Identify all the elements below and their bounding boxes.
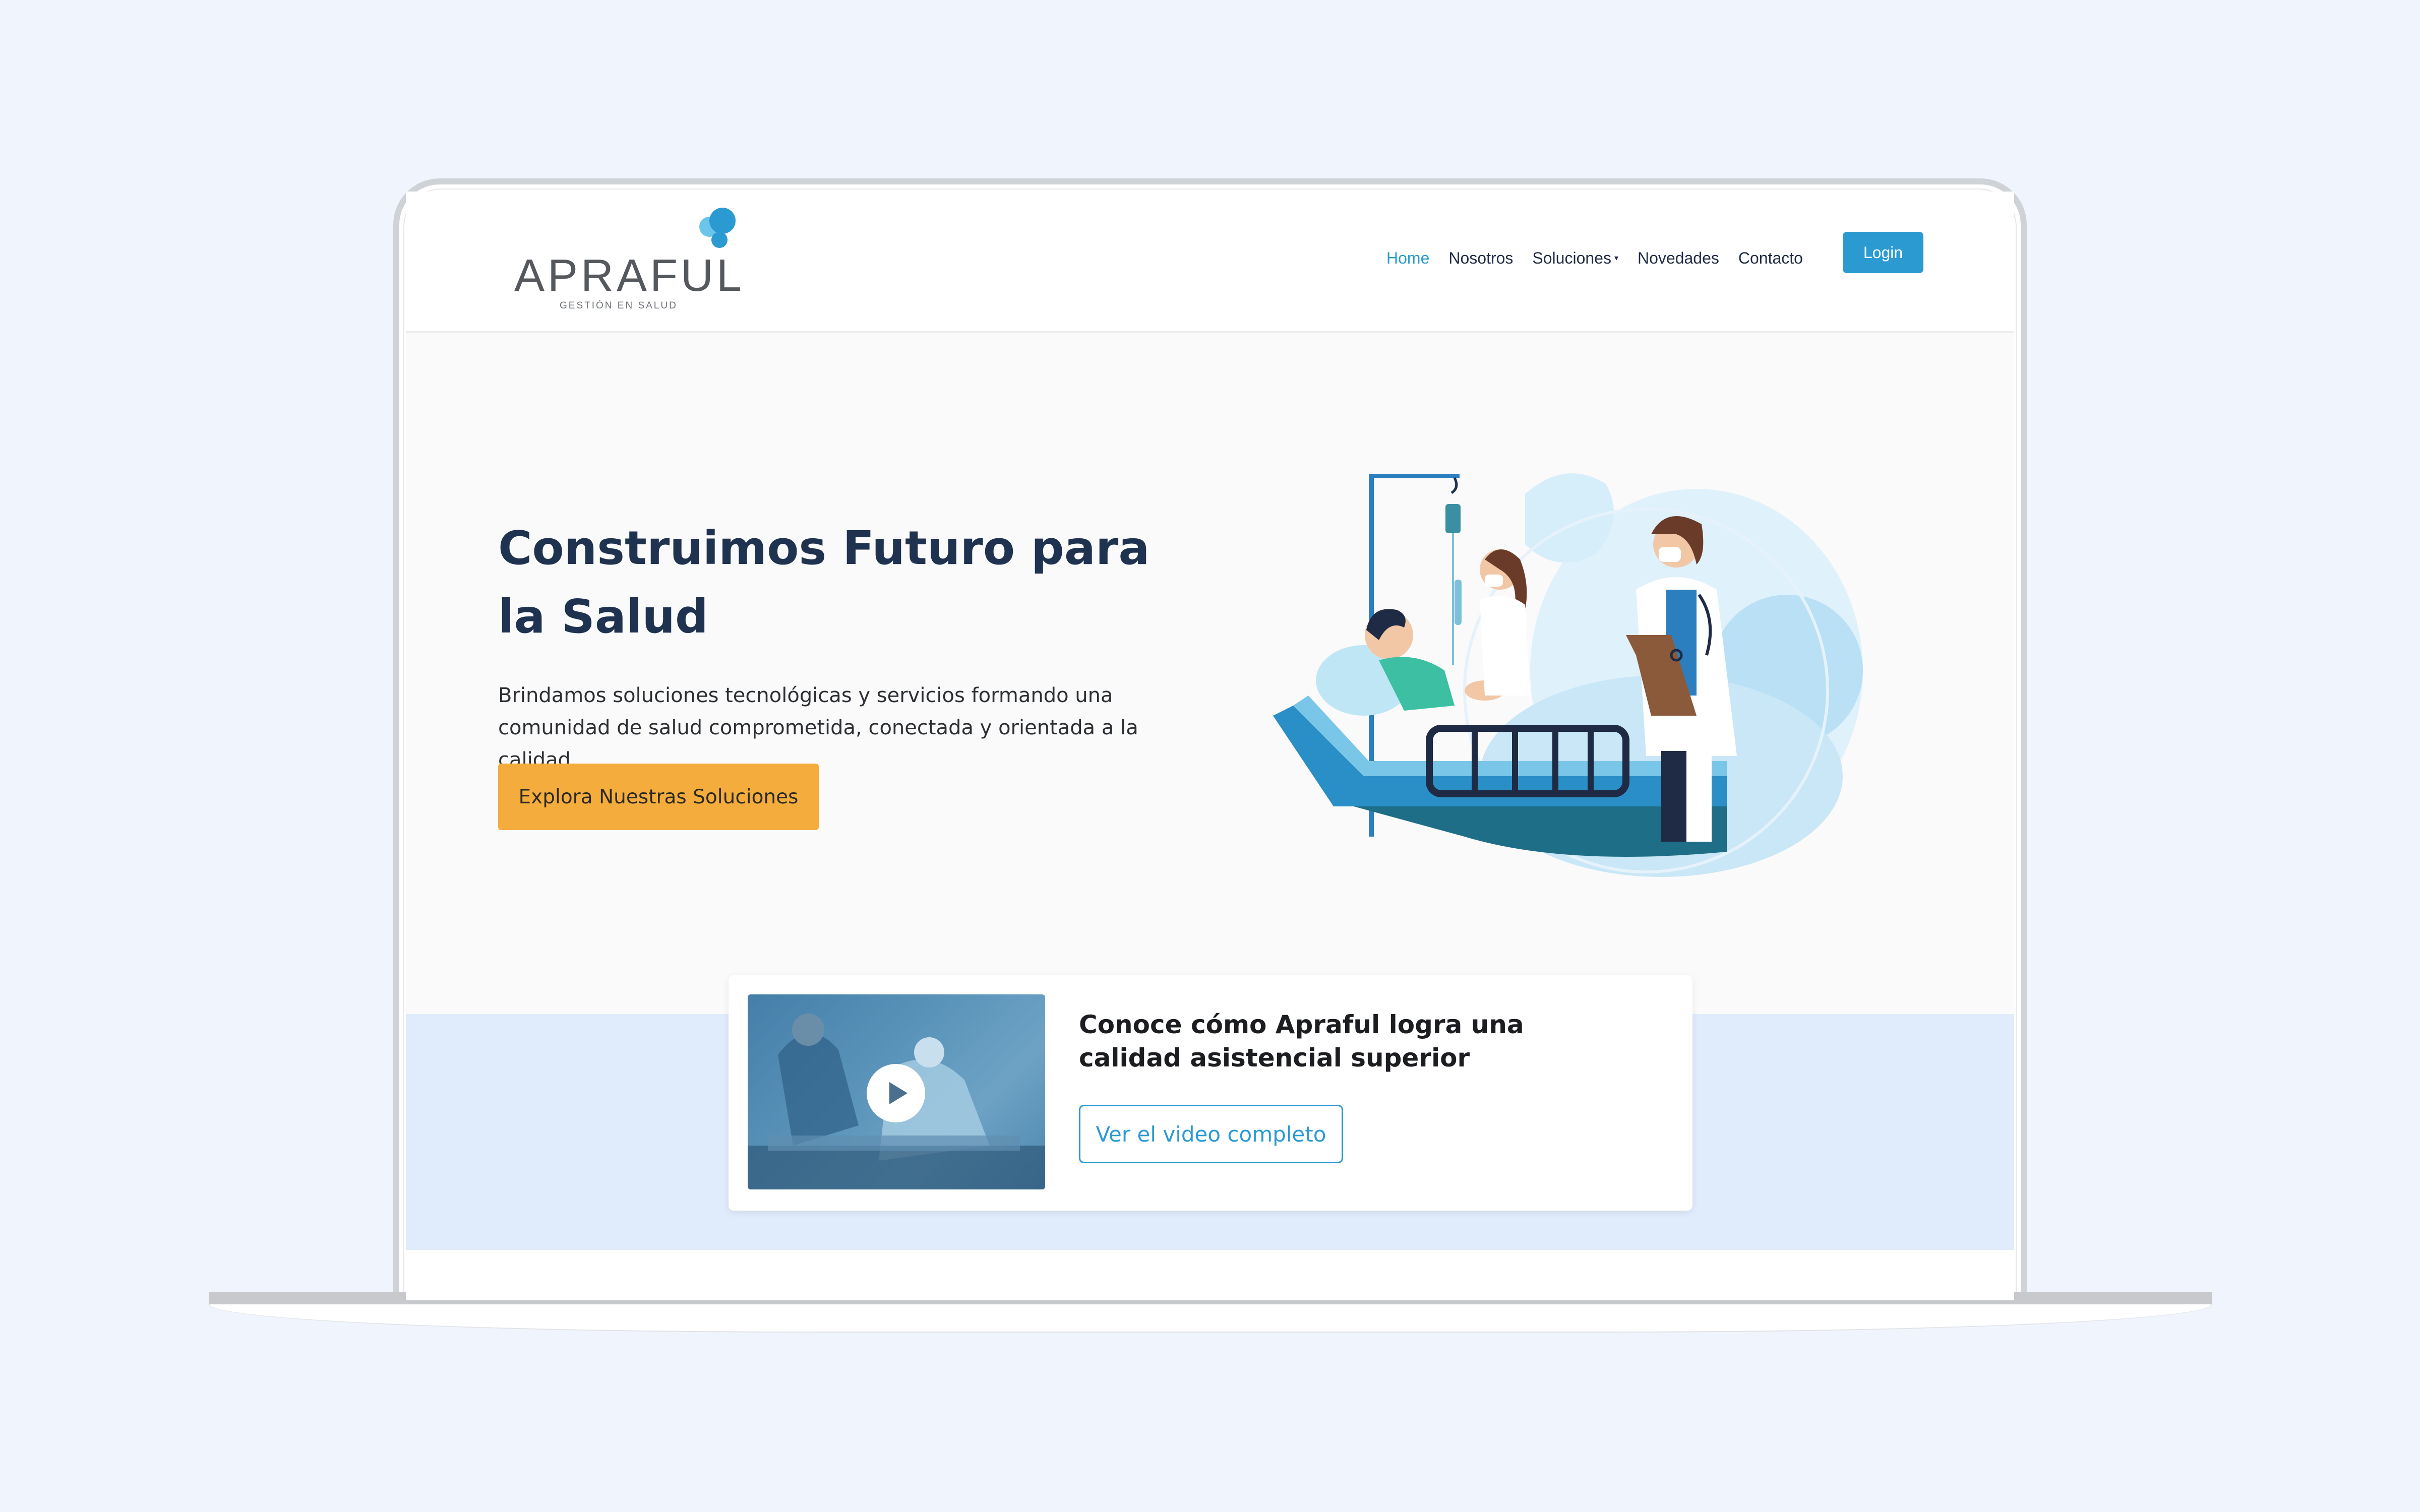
nav-item-novedades[interactable]: Novedades xyxy=(1638,249,1719,268)
nav-item-soluciones[interactable]: Soluciones ▾ xyxy=(1532,249,1618,268)
video-card: Conoce cómo Apraful logra una calidad as… xyxy=(729,975,1692,1211)
explore-solutions-button[interactable]: Explora Nuestras Soluciones xyxy=(498,764,819,830)
nav-item-home[interactable]: Home xyxy=(1386,249,1429,268)
site-header: APRAFUL GESTIÓN EN SALUD Home Nosotros S… xyxy=(406,192,2014,333)
watch-full-video-button[interactable]: Ver el video completo xyxy=(1079,1105,1343,1163)
nav-item-contacto[interactable]: Contacto xyxy=(1738,249,1803,268)
main-nav: Home Nosotros Soluciones ▾ Novedades Con… xyxy=(1386,243,1822,273)
laptop-base-bottom xyxy=(209,1304,2212,1333)
caret-down-icon: ▾ xyxy=(1614,254,1618,263)
brand-logo[interactable]: APRAFUL GESTIÓN EN SALUD xyxy=(514,207,746,318)
hospital-care-illustration xyxy=(1273,473,1863,877)
brand-tagline: GESTIÓN EN SALUD xyxy=(560,300,678,311)
nav-item-nosotros[interactable]: Nosotros xyxy=(1448,249,1513,268)
page-bottom-area xyxy=(406,1250,2014,1300)
browser-screen: APRAFUL GESTIÓN EN SALUD Home Nosotros S… xyxy=(406,192,2014,1300)
login-button[interactable]: Login xyxy=(1843,232,1923,273)
brand-name: APRAFUL xyxy=(514,250,745,301)
video-card-title: Conoce cómo Apraful logra una calidad as… xyxy=(1079,1010,1524,1073)
butterfly-logo-icon xyxy=(699,208,736,248)
hero-description: Brindamos soluciones tecnológicas y serv… xyxy=(498,684,1138,772)
nav-item-soluciones-label: Soluciones xyxy=(1532,248,1611,267)
hero-title: Construimos Futuro para la Salud xyxy=(498,521,1150,644)
play-icon[interactable] xyxy=(867,1064,925,1122)
video-thumbnail[interactable] xyxy=(748,994,1045,1189)
